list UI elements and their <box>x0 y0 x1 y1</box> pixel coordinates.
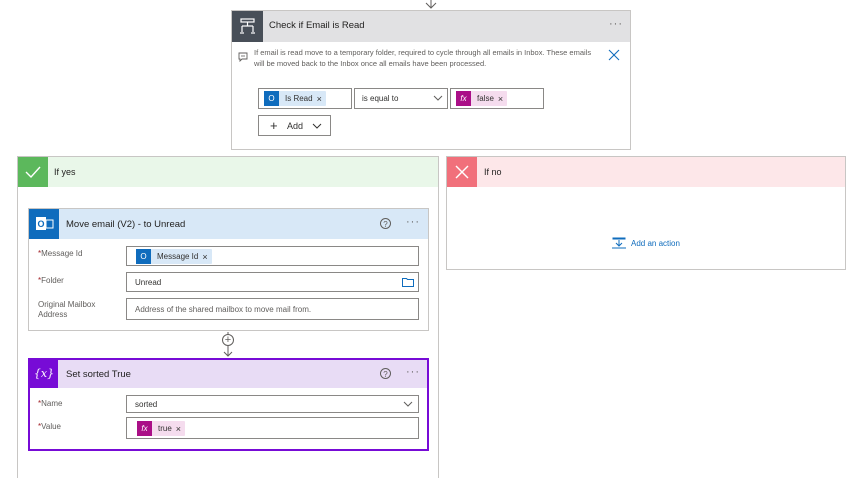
condition-card: Check if Email is Read ··· If email is r… <box>231 10 631 150</box>
help-icon[interactable]: ? <box>380 218 391 229</box>
close-icon <box>447 157 477 187</box>
condition-icon <box>232 11 263 42</box>
message-id-field[interactable]: O Message Id × <box>126 246 419 266</box>
condition-title: Check if Email is Read <box>269 20 365 31</box>
move-email-title: Move email (V2) - to Unread <box>66 219 186 230</box>
fx-icon: fx <box>456 91 471 106</box>
operator-select[interactable]: is equal to <box>354 88 448 109</box>
move-email-card: O Move email (V2) - to Unread ? ··· *Mes… <box>28 208 429 331</box>
message-id-token-label: Message Id <box>157 252 199 261</box>
move-email-header[interactable]: O Move email (V2) - to Unread ? ··· <box>29 209 428 239</box>
help-icon[interactable]: ? <box>380 368 391 379</box>
is-read-token[interactable]: O Is Read × <box>264 91 326 106</box>
outlook-icon: O <box>136 249 151 264</box>
mailbox-input[interactable]: Address of the shared mailbox to move ma… <box>126 298 419 320</box>
message-id-token[interactable]: O Message Id × <box>136 249 212 264</box>
chevron-down-icon <box>433 93 443 105</box>
if-yes-title: If yes <box>54 167 76 177</box>
remove-token-icon[interactable]: × <box>176 424 181 434</box>
is-read-token-label: Is Read <box>285 94 313 103</box>
insert-step-button[interactable]: + <box>222 334 234 346</box>
outlook-icon: O <box>29 209 59 239</box>
add-condition-button[interactable]: + Add <box>258 115 331 136</box>
folder-field[interactable]: Unread <box>126 272 419 292</box>
move-email-more-icon[interactable]: ··· <box>406 216 420 228</box>
name-select[interactable]: sorted <box>126 395 419 413</box>
check-icon <box>18 157 48 187</box>
close-comment-icon[interactable] <box>608 49 620 61</box>
folder-label: *Folder <box>38 276 64 285</box>
set-variable-card: {x} Set sorted True ? ··· *Name sorted *… <box>28 358 429 451</box>
folder-value: Unread <box>135 278 162 287</box>
value-label: *Value <box>38 422 61 431</box>
mailbox-placeholder: Address of the shared mailbox to move ma… <box>135 305 312 314</box>
chevron-down-icon <box>403 399 413 411</box>
message-id-label: *Message Id <box>38 249 83 258</box>
condition-comment: If email is read move to a temporary fol… <box>254 48 592 68</box>
outlook-icon: O <box>264 91 279 106</box>
set-variable-header[interactable]: {x} Set sorted True ? ··· <box>30 360 427 388</box>
folder-picker-icon[interactable] <box>402 277 414 289</box>
add-action-label: Add an action <box>631 239 680 248</box>
add-label: Add <box>287 121 304 131</box>
operator-value: is equal to <box>362 94 399 103</box>
remove-token-icon[interactable]: × <box>498 94 503 104</box>
condition-header[interactable]: Check if Email is Read ··· <box>232 11 630 42</box>
chevron-down-icon <box>312 121 322 133</box>
false-token-label: false <box>477 94 494 103</box>
if-no-title: If no <box>484 167 502 177</box>
variable-icon: {x} <box>30 360 58 388</box>
if-yes-header[interactable]: If yes <box>18 157 438 187</box>
fx-icon: fx <box>137 421 152 436</box>
if-no-branch: If no Add an action <box>446 156 846 270</box>
add-action-button[interactable]: Add an action <box>612 237 692 251</box>
remove-token-icon[interactable]: × <box>317 94 322 104</box>
name-value: sorted <box>135 400 158 409</box>
set-variable-title: Set sorted True <box>66 369 131 380</box>
false-token[interactable]: fx false × <box>456 91 508 106</box>
value-field[interactable]: fx true × <box>126 417 419 439</box>
name-label: *Name <box>38 399 63 408</box>
svg-text:O: O <box>37 219 44 229</box>
if-no-header[interactable]: If no <box>447 157 845 187</box>
true-token[interactable]: fx true × <box>137 421 186 436</box>
condition-left-operand[interactable]: O Is Read × <box>258 88 352 109</box>
if-yes-branch: If yes O Move email (V2) - to Unread ? ·… <box>17 156 439 478</box>
comment-icon <box>238 52 248 63</box>
condition-right-operand[interactable]: fx false × <box>450 88 544 109</box>
set-variable-more-icon[interactable]: ··· <box>406 366 420 378</box>
true-token-label: true <box>158 424 172 433</box>
remove-token-icon[interactable]: × <box>202 252 207 262</box>
plus-icon: + <box>270 118 278 133</box>
condition-more-icon[interactable]: ··· <box>609 18 623 30</box>
mailbox-label: Original Mailbox Address <box>38 300 96 319</box>
add-action-icon <box>612 237 626 251</box>
top-connector-arrow <box>424 0 438 10</box>
